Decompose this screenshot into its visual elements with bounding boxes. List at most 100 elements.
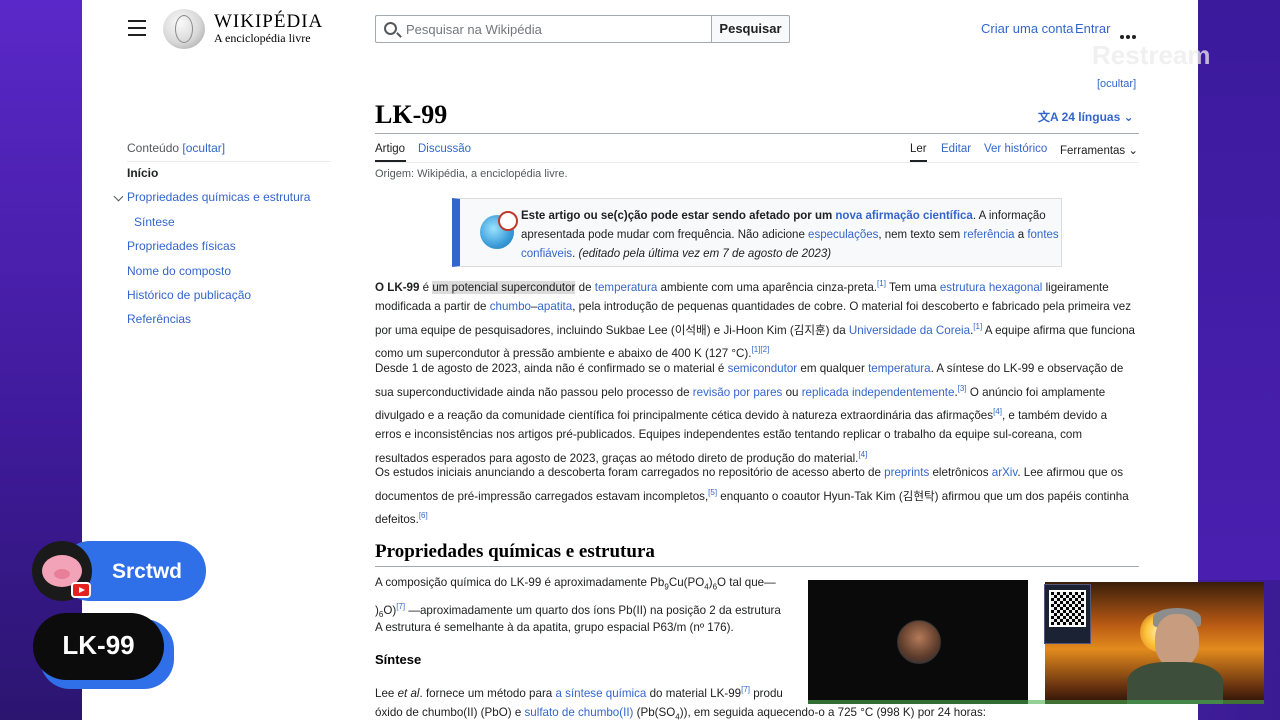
text: ou: [782, 385, 802, 399]
text: )), em seguida aquecendo-o a 725 °C (998…: [679, 706, 987, 720]
text: Tem uma: [885, 280, 940, 294]
search-input[interactable]: [406, 20, 706, 38]
link-estrutura-hexagonal[interactable]: estrutura hexagonal: [940, 281, 1042, 294]
citation-link[interactable]: [1][2]: [752, 345, 770, 354]
link-arxiv[interactable]: arXiv: [992, 466, 1018, 479]
tab-talk[interactable]: Discussão: [418, 143, 471, 155]
text: ambiente com uma aparência cinza-preta.: [657, 280, 878, 294]
citation-link[interactable]: [4]: [993, 407, 1002, 416]
link-revisao-por-pares[interactable]: revisão por pares: [693, 385, 783, 398]
search-icon: [384, 22, 397, 35]
text: Lee: [375, 686, 398, 700]
section-divider: [375, 566, 1139, 567]
subsection-heading: Síntese: [375, 652, 422, 667]
notice-text-part: a: [1014, 229, 1028, 241]
link-replicada[interactable]: replicada independentemente: [802, 385, 955, 398]
search-button[interactable]: Pesquisar: [711, 15, 790, 43]
citation-link[interactable]: [7]: [741, 685, 750, 694]
section-heading: Propriedades químicas e estrutura: [375, 541, 655, 562]
chevron-down-icon[interactable]: [113, 191, 124, 202]
link-semicondutor[interactable]: semicondutor: [728, 362, 798, 375]
stream-background-right: [1198, 0, 1280, 580]
citation-link[interactable]: [1]: [877, 279, 886, 288]
link-chumbo[interactable]: chumbo: [490, 300, 531, 313]
toc-hide-link[interactable]: [ocultar]: [182, 141, 225, 155]
notice-link-new-claim[interactable]: nova afirmação científica: [835, 210, 972, 222]
logo-wordmark[interactable]: WIKIPÉDIA: [214, 11, 323, 33]
link-sulfato-chumbo[interactable]: sulfato de chumbo(II): [525, 706, 634, 719]
text: A composição química do LK-99 é aproxima…: [375, 576, 665, 589]
link-temperatura[interactable]: temperatura: [868, 362, 931, 375]
tabs-divider: [375, 162, 1139, 163]
user-name: Srctwd: [112, 560, 183, 583]
intro-paragraph: O LK-99 é um potencial supercondutor de …: [375, 274, 1135, 364]
toc-item-nome-do-composto[interactable]: Nome do composto: [127, 264, 231, 278]
title-divider: [375, 133, 1139, 134]
translate-icon: 文A: [1038, 110, 1059, 124]
youtube-icon: [71, 582, 91, 598]
toc-item-propriedades-fisicas[interactable]: Propriedades físicas: [127, 239, 236, 253]
text: O): [383, 603, 397, 617]
link-universidade-coreia[interactable]: Universidade da Coreia: [849, 324, 970, 337]
toc-item-inicio[interactable]: Início: [127, 166, 158, 180]
create-account-link[interactable]: Criar uma conta: [981, 21, 1073, 36]
globe-clock-icon: [480, 211, 518, 249]
citation-link[interactable]: [7]: [396, 602, 405, 611]
guest-avatar: [897, 620, 941, 664]
tab-article[interactable]: Artigo: [375, 143, 405, 155]
tab-history[interactable]: Ver histórico: [984, 143, 1047, 155]
citation-link[interactable]: [6]: [419, 511, 428, 520]
toc-label: Conteúdo: [127, 141, 180, 155]
stream-title: LK-99: [62, 630, 135, 660]
text: Os estudos iniciais anunciando a descobe…: [375, 466, 885, 479]
hide-link[interactable]: [ocultar]: [1097, 78, 1136, 90]
language-count: 24 línguas: [1061, 110, 1121, 124]
text: produ: [750, 686, 783, 700]
text: Cu(PO: [668, 576, 705, 589]
link-apatita[interactable]: apatita: [537, 300, 572, 313]
login-link[interactable]: Entrar: [1075, 21, 1110, 36]
citation-link[interactable]: [4]: [858, 450, 867, 459]
language-button[interactable]: 文A 24 línguas ⌄: [1038, 108, 1134, 125]
notice-text-part: Este artigo ou se(c)ção pode estar sendo…: [521, 210, 836, 222]
notice-edited-note: (editado pela última vez em 7 de agosto …: [578, 248, 832, 260]
page-title: LK-99: [375, 100, 448, 129]
notice-text-part: , nem texto sem: [878, 229, 964, 241]
link-temperatura[interactable]: temperatura: [595, 281, 658, 294]
status-paragraph: Desde 1 de agosto de 2023, ainda não é c…: [375, 359, 1135, 468]
toc-item-referencias[interactable]: Referências: [127, 312, 191, 326]
text: Desde 1 de agosto de 2023, ainda não é c…: [375, 362, 728, 375]
tools-label: Ferramentas: [1060, 145, 1126, 157]
video-strip: [808, 700, 1264, 704]
highlighted-text: um potencial supercondutor: [432, 280, 576, 294]
wikipedia-globe-logo[interactable]: [163, 9, 205, 49]
link-sintese-quimica[interactable]: a síntese química: [555, 687, 646, 700]
origin-note: Origem: Wikipédia, a enciclopédia livre.: [375, 168, 568, 180]
search-box[interactable]: [375, 15, 712, 43]
tools-dropdown[interactable]: Ferramentas ⌄: [1060, 143, 1138, 157]
notice-link-reference[interactable]: referência: [963, 229, 1014, 241]
toc-item-propriedades-quimicas[interactable]: Propriedades químicas e estrutura: [127, 190, 310, 204]
link-preprints[interactable]: preprints: [884, 466, 929, 479]
citation-link[interactable]: [1]: [973, 322, 982, 331]
italic-text: et al: [397, 686, 420, 700]
tab-read[interactable]: Ler: [910, 143, 927, 155]
text: O tal que—: [717, 576, 776, 589]
notice-box: Este artigo ou se(c)ção pode estar sendo…: [452, 198, 1062, 267]
chevron-down-icon: ⌄: [1123, 110, 1134, 124]
menu-icon[interactable]: [128, 20, 146, 36]
toc-item-sintese[interactable]: Síntese: [134, 215, 175, 229]
chevron-down-icon: ⌄: [1128, 145, 1139, 157]
tab-edit[interactable]: Editar: [941, 143, 971, 155]
notice-link-speculation[interactable]: especulações: [808, 229, 878, 241]
toc-item-historico-publicacao[interactable]: Histórico de publicação: [127, 288, 251, 302]
text: eletrônicos: [929, 466, 992, 479]
more-options-icon[interactable]: [1120, 26, 1138, 39]
text: em qualquer: [797, 362, 869, 375]
citation-link[interactable]: [5]: [708, 488, 717, 497]
citation-link[interactable]: [3]: [958, 384, 967, 393]
stream-background-left: [0, 0, 82, 720]
restream-watermark: Restream: [1092, 40, 1211, 70]
notice-text: Este artigo ou se(c)ção pode estar sendo…: [521, 207, 1061, 264]
host-figure: [1105, 604, 1223, 704]
